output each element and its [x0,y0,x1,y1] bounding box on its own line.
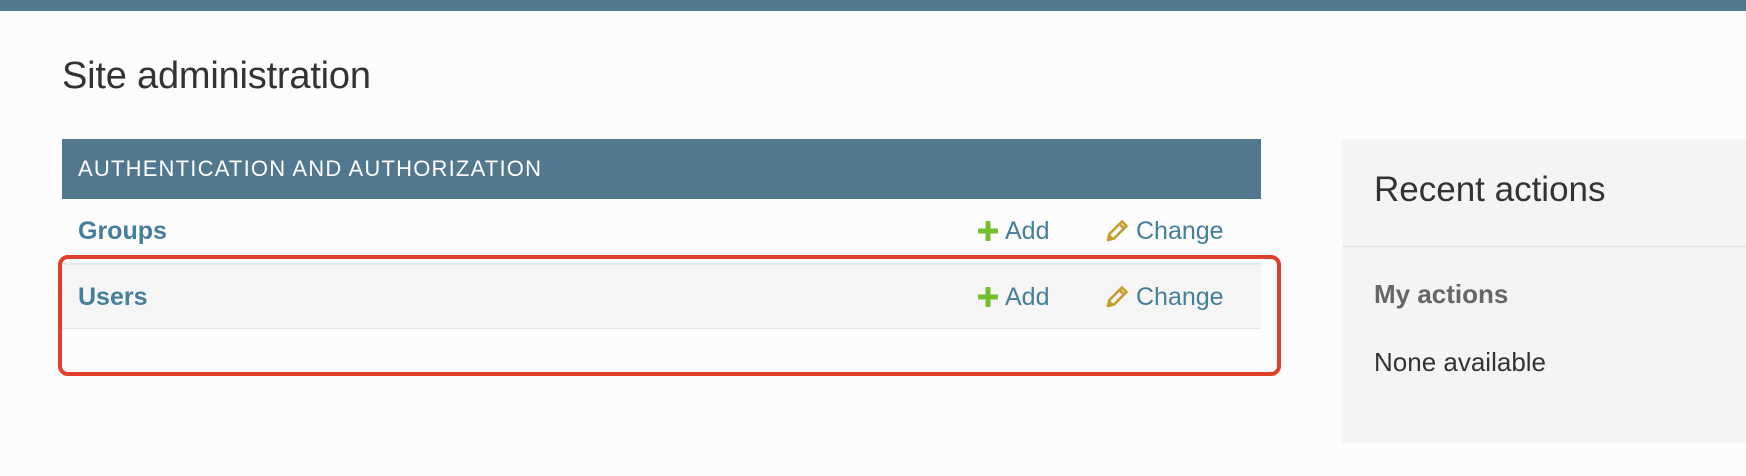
page-title: Site administration [62,55,371,97]
pencil-icon [1104,218,1130,244]
recent-actions-panel: Recent actions My actions None available [1342,139,1746,443]
change-users-button[interactable]: Change [1104,265,1224,329]
add-label: Add [1005,282,1050,311]
pencil-icon [1104,284,1130,310]
divider [1342,246,1746,247]
add-label: Add [1005,216,1050,245]
model-link-users[interactable]: Users [78,265,148,329]
module-caption[interactable]: AUTHENTICATION AND AUTHORIZATION [62,139,1261,199]
add-groups-button[interactable]: Add [977,199,1049,263]
change-groups-button[interactable]: Change [1104,199,1224,263]
change-label: Change [1136,282,1224,311]
plus-icon [977,286,999,308]
model-row-groups: Groups Add Change [62,199,1261,264]
plus-icon [977,220,999,242]
change-label: Change [1136,216,1224,245]
no-actions-text: None available [1374,347,1547,377]
my-actions-heading: My actions [1374,279,1509,309]
model-link-groups[interactable]: Groups [78,199,167,263]
module-caption-label[interactable]: AUTHENTICATION AND AUTHORIZATION [78,156,542,181]
header-bar [0,0,1746,11]
app-module-auth: AUTHENTICATION AND AUTHORIZATION Groups … [62,139,1261,329]
add-users-button[interactable]: Add [977,265,1049,329]
recent-actions-title: Recent actions [1374,170,1606,209]
model-row-users: Users Add Change [62,264,1261,329]
